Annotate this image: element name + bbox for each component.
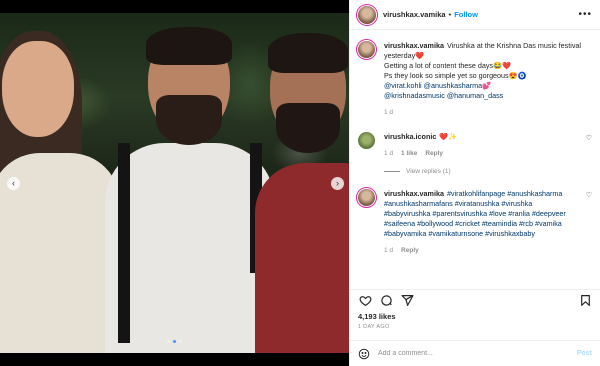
post-header: virushkax.vamika • Follow ••• <box>350 0 600 30</box>
view-replies-label: View replies (1) <box>406 168 451 175</box>
like-count[interactable]: 4,193 likes <box>358 312 396 321</box>
comment-input[interactable] <box>378 350 577 357</box>
follow-button[interactable]: Follow <box>454 10 478 19</box>
caption-line-3: Ps they look so simple yet so gorgeous😍🧿 <box>384 71 527 80</box>
comment-body: virushka.iconic ❤️✨ 1 d 1 like Reply <box>384 132 592 159</box>
mention-virat[interactable]: @virat.kohli <box>384 81 422 90</box>
carousel-dot <box>167 340 170 343</box>
backpack-strap-left <box>118 143 130 343</box>
caption-mentions-2: @krishnadasmusic @hanuman_dass <box>384 91 592 101</box>
comments-list[interactable]: virushkax.vamika Virushka at the Krishna … <box>350 31 600 286</box>
comment-like-heart-icon[interactable]: ♡ <box>586 134 592 142</box>
post-media: ‹ › <box>0 0 349 366</box>
reply-button[interactable]: Reply <box>401 246 419 256</box>
caption-avatar[interactable] <box>358 41 375 58</box>
comment-time[interactable]: 1 d <box>384 149 393 159</box>
man-center-hair <box>146 27 232 65</box>
comment-time[interactable]: 1 d <box>384 246 393 256</box>
comment-username[interactable]: virushkax.vamika <box>384 189 444 198</box>
emoji-smiley-icon[interactable] <box>358 348 370 360</box>
share-paper-plane-icon[interactable] <box>400 294 414 308</box>
comment-username[interactable]: virushka.iconic <box>384 132 436 141</box>
header-separator: • <box>448 10 452 19</box>
man-right-hair <box>268 33 348 73</box>
replies-divider-line <box>384 171 400 172</box>
comment-text: ❤️✨ <box>439 132 458 141</box>
post-timestamp[interactable]: 1 DAY AGO <box>358 324 390 330</box>
caption: virushkax.vamika Virushka at the Krishna … <box>350 41 600 118</box>
man-right-body <box>255 163 349 353</box>
caption-meta: 1 d <box>384 108 592 118</box>
caption-body: virushkax.vamika Virushka at the Krishna … <box>384 41 592 118</box>
like-heart-icon[interactable] <box>358 294 372 308</box>
comment-like-heart-icon[interactable]: ♡ <box>586 191 592 199</box>
post-photo[interactable] <box>0 13 349 353</box>
instagram-post: ‹ › virushkax.vamika • Follow ••• virush… <box>0 0 600 366</box>
view-replies-button[interactable]: View replies (1) <box>384 168 600 175</box>
mention-krishnadas[interactable]: @krishnadasmusic <box>384 91 445 100</box>
next-slide-button[interactable]: › <box>331 177 344 190</box>
header-username[interactable]: virushkax.vamika <box>383 10 446 19</box>
previous-slide-button[interactable]: ‹ <box>7 177 20 190</box>
reply-button[interactable]: Reply <box>425 149 443 159</box>
comment: virushka.iconic ❤️✨ 1 d 1 like Reply ♡ <box>350 132 600 159</box>
comment-avatar[interactable] <box>358 132 375 149</box>
comment-likes[interactable]: 1 like <box>401 149 417 159</box>
avatar[interactable] <box>358 5 376 24</box>
woman-face <box>2 41 74 137</box>
save-bookmark-icon[interactable] <box>578 294 592 308</box>
comment-body: virushkax.vamika #viratkohlifanpage #anus… <box>384 189 592 256</box>
comment-bubble-icon[interactable] <box>379 294 393 308</box>
comment-meta: 1 d 1 like Reply <box>384 149 592 159</box>
caption-mentions-1: @virat.kohli @anushkasharma💕 <box>384 81 592 91</box>
caption-emoji: 💕 <box>482 81 492 90</box>
carousel-dot-active <box>173 340 176 343</box>
caption-line-2: Getting a lot of content these days😂❤️ <box>384 61 511 70</box>
add-comment-bar: Post <box>350 340 600 366</box>
mention-anushka[interactable]: @anushkasharma <box>424 81 482 90</box>
caption-time[interactable]: 1 d <box>384 108 393 118</box>
more-options-icon[interactable]: ••• <box>578 9 592 20</box>
man-center-beard <box>156 95 222 145</box>
comment-meta: 1 d Reply <box>384 246 578 256</box>
carousel-indicator <box>0 340 349 343</box>
post-sidebar: virushkax.vamika • Follow ••• virushkax.… <box>349 0 600 366</box>
man-right-beard <box>276 103 340 153</box>
action-bar <box>350 289 600 311</box>
carousel-dot <box>179 340 182 343</box>
caption-username[interactable]: virushkax.vamika <box>384 41 444 50</box>
post-comment-button[interactable]: Post <box>577 350 592 357</box>
comment-avatar[interactable] <box>358 189 375 206</box>
mention-hanuman[interactable]: @hanuman_dass <box>447 91 503 100</box>
comment: virushkax.vamika #viratkohlifanpage #anus… <box>350 189 600 256</box>
